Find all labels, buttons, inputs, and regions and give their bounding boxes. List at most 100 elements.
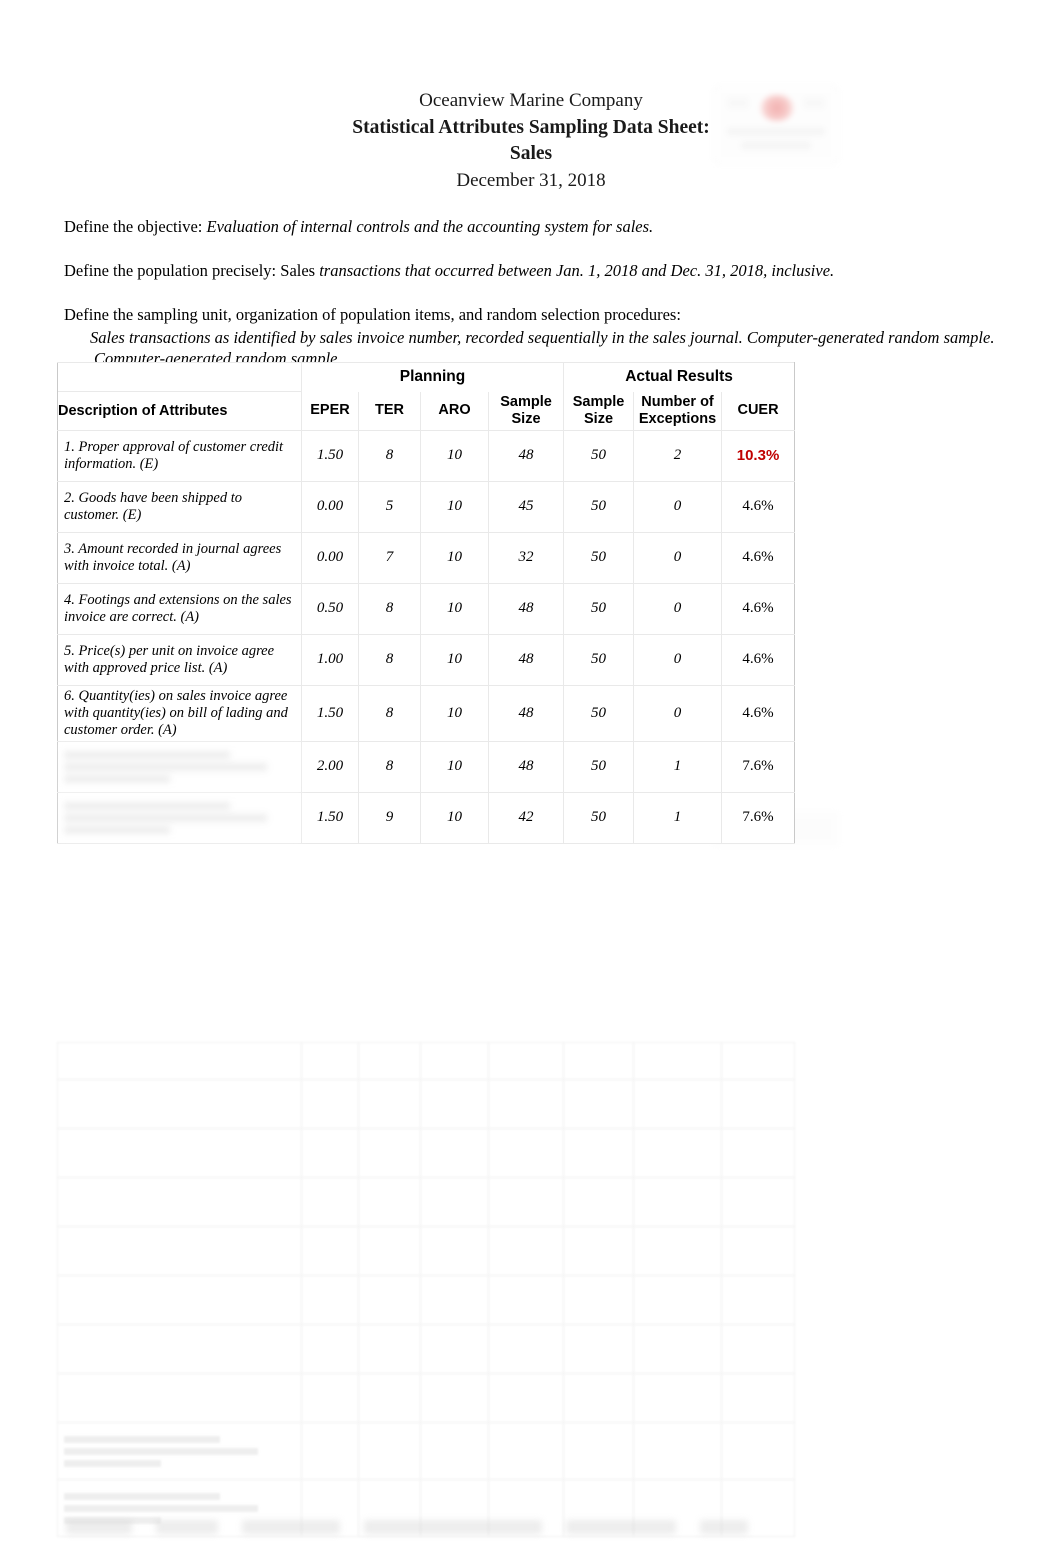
table-header: Planning Actual Results Description of A… (57, 362, 796, 431)
secondary-table-row (57, 1042, 795, 1080)
column-header-ter: TER (358, 391, 421, 431)
secondary-table-cell (488, 1275, 564, 1325)
logo-bar-secondary (741, 141, 811, 150)
column-header-aro: ARO (420, 391, 489, 431)
table-row: 4. Footings and extensions on the sales … (57, 582, 796, 635)
secondary-table-cell (358, 1079, 421, 1129)
secondary-table-cell (721, 1226, 795, 1276)
secondary-table-cell (633, 1324, 722, 1374)
secondary-table-row (57, 1422, 795, 1480)
cell-aro: 10 (420, 582, 489, 635)
actual-sample-size-line1: Sample (572, 394, 625, 410)
secondary-table-cell (563, 1275, 634, 1325)
cell-planning-sample-size: 45 (487, 480, 565, 533)
cell-cuer: 4.6% (721, 582, 796, 635)
planning-sample-size-line1: Sample (500, 394, 552, 410)
column-header-eper: EPER (301, 391, 359, 431)
cell-planning-sample-size: 48 (487, 633, 565, 686)
cell-exceptions: 1 (633, 791, 723, 844)
secondary-table-row (57, 1128, 795, 1178)
secondary-table-cell (488, 1324, 564, 1374)
cell-ter: 7 (358, 531, 421, 584)
sheet-tab[interactable] (566, 1520, 676, 1534)
secondary-table-cell (301, 1079, 359, 1129)
secondary-table-cell (563, 1128, 634, 1178)
cell-description (57, 791, 302, 844)
secondary-table-cell (301, 1128, 359, 1178)
secondary-table-cell (301, 1324, 359, 1374)
secondary-table-cell (488, 1177, 564, 1227)
secondary-table-cell (301, 1177, 359, 1227)
secondary-table-cell (301, 1275, 359, 1325)
secondary-table-cell (420, 1177, 489, 1227)
cell-exceptions: 0 (633, 480, 723, 533)
cell-actual-sample-size: 50 (563, 684, 635, 742)
secondary-table-cell (488, 1128, 564, 1178)
cell-planning-sample-size: 42 (487, 791, 565, 844)
objective-paragraph: Define the objective: Evaluation of inte… (64, 216, 1004, 237)
secondary-table-cell (633, 1177, 722, 1227)
cell-aro: 10 (420, 531, 489, 584)
table-group-header-row: Planning Actual Results (57, 362, 796, 392)
secondary-table-cell (57, 1079, 302, 1129)
sheet-tab[interactable] (700, 1520, 748, 1534)
cell-ter: 8 (358, 684, 421, 742)
company-logo (714, 86, 838, 164)
logo-left-tick (727, 97, 749, 109)
exceptions-line2: Exceptions (638, 410, 717, 427)
sampling-unit-paragraph: Define the sampling unit, organization o… (64, 304, 1004, 325)
objective-label: Define the objective: (64, 217, 203, 236)
cell-description: 3. Amount recorded in journal agrees wit… (57, 531, 302, 584)
secondary-table-cell (420, 1373, 489, 1423)
secondary-table-cell (721, 1042, 795, 1080)
secondary-table-cell (488, 1079, 564, 1129)
company-name: Oceanview Marine Company (419, 90, 643, 111)
cell-eper: 1.00 (301, 633, 359, 686)
secondary-table-cell (358, 1177, 421, 1227)
secondary-table-cell (420, 1226, 489, 1276)
secondary-table-cell (420, 1324, 489, 1374)
cell-eper: 1.50 (301, 791, 359, 844)
secondary-table-cell (358, 1042, 421, 1080)
secondary-table-body (57, 1042, 795, 1537)
cell-exceptions: 2 (633, 429, 723, 482)
sampling-unit-value: Sales transactions as identified by sale… (90, 328, 995, 347)
cell-planning-sample-size: 48 (487, 684, 565, 742)
secondary-table-cell (420, 1275, 489, 1325)
population-value: transactions that occurred between Jan. … (319, 261, 835, 280)
cell-eper: 1.50 (301, 684, 359, 742)
report-date: December 31, 2018 (456, 169, 606, 191)
secondary-table-row (57, 1226, 795, 1276)
cell-eper: 0.00 (301, 480, 359, 533)
cell-planning-sample-size: 32 (487, 531, 565, 584)
sheet-tab[interactable] (66, 1520, 132, 1534)
cell-ter: 8 (358, 633, 421, 686)
secondary-table-cell (563, 1324, 634, 1374)
secondary-table-cell (721, 1422, 795, 1480)
table-row: 1. Proper approval of customer credit in… (57, 429, 796, 482)
secondary-table-cell (563, 1177, 634, 1227)
cell-actual-sample-size: 50 (563, 531, 635, 584)
group-header-planning: Planning (300, 362, 565, 392)
table-body: 1. Proper approval of customer credit in… (57, 429, 796, 844)
planning-sample-size-line2: Size (511, 410, 541, 427)
table-column-header-row: Description of Attributes EPER TER ARO S… (57, 391, 796, 431)
group-header-blank (57, 362, 302, 392)
column-header-actual-sample-size: Sample Size (563, 391, 635, 431)
column-header-cuer: CUER (721, 391, 796, 431)
secondary-table-cell (721, 1275, 795, 1325)
secondary-table-row (57, 1373, 795, 1423)
page-title: Statistical Attributes Sampling Data She… (352, 116, 710, 138)
population-paragraph: Define the population precisely: Sales t… (64, 260, 1004, 281)
secondary-table-cell (633, 1042, 722, 1080)
sheet-tab-bar[interactable] (66, 1520, 748, 1534)
sheet-tab[interactable] (242, 1520, 340, 1534)
cell-cuer: 7.6% (721, 740, 796, 793)
secondary-table-cell (563, 1079, 634, 1129)
secondary-table-cell (721, 1324, 795, 1374)
sheet-tab[interactable] (364, 1520, 542, 1534)
cell-aro: 10 (420, 429, 489, 482)
sheet-tab[interactable] (156, 1520, 218, 1534)
secondary-table-cell (633, 1373, 722, 1423)
cell-aro: 10 (420, 791, 489, 844)
